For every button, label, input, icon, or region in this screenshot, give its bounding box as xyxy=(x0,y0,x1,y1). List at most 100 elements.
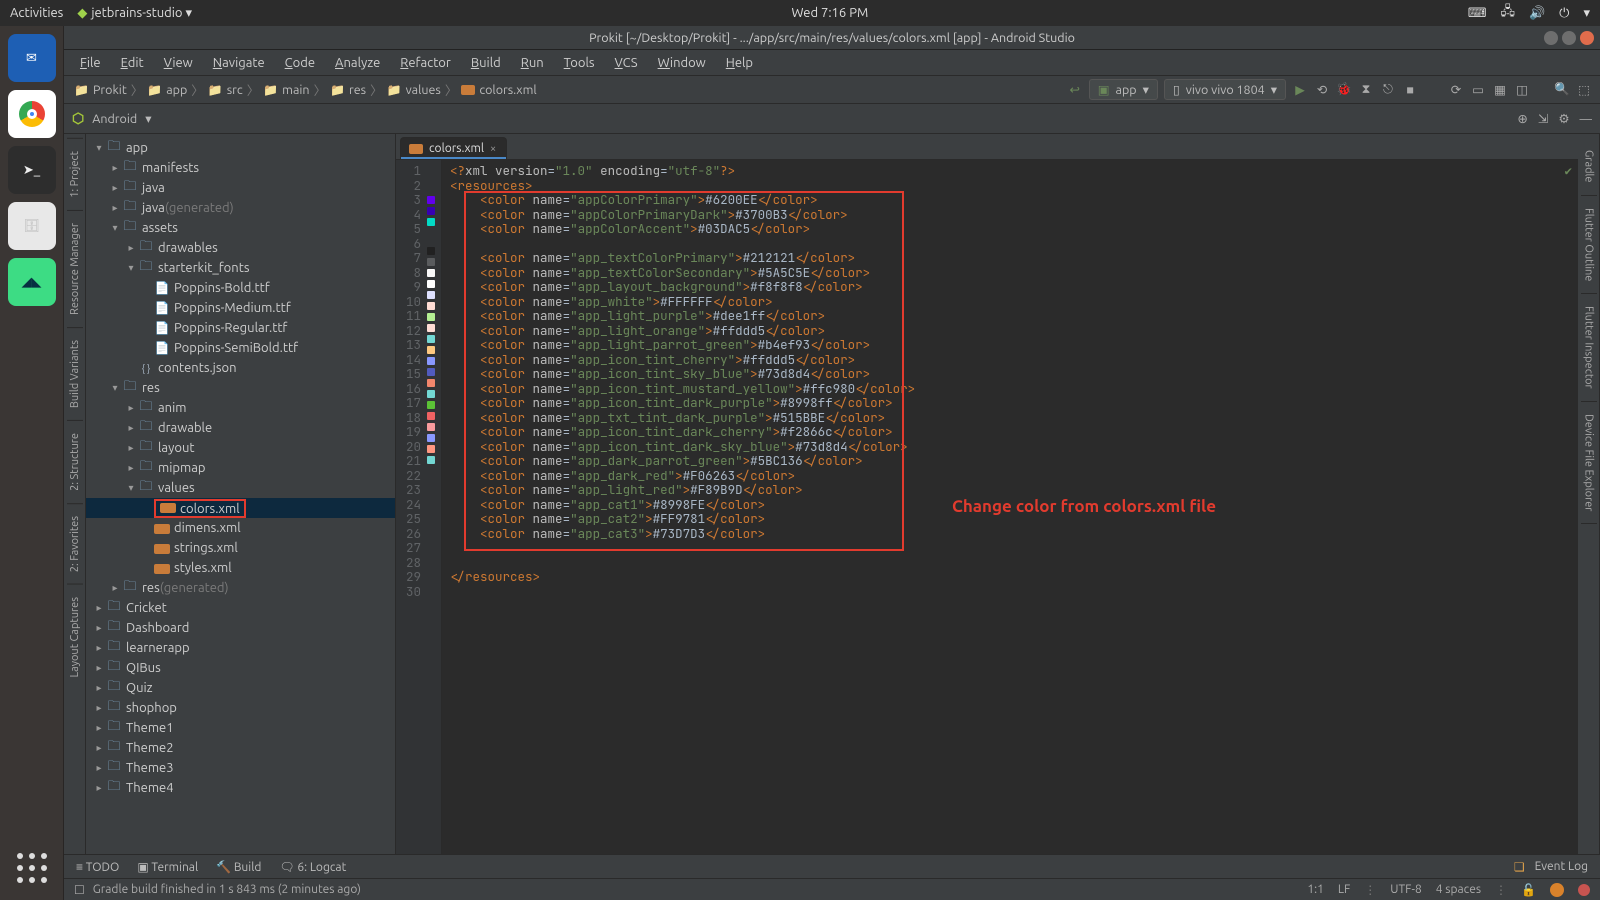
chrome-icon[interactable] xyxy=(8,90,56,138)
minimize-button[interactable] xyxy=(1544,31,1558,45)
tree-node[interactable]: ▸Theme1 xyxy=(86,718,395,738)
close-button[interactable] xyxy=(1580,31,1594,45)
menu-navigate[interactable]: Navigate xyxy=(205,53,273,73)
tree-node[interactable]: ▸Theme2 xyxy=(86,738,395,758)
tool-tab-2-structure[interactable]: 2: Structure xyxy=(67,420,83,503)
expand-arrow-icon[interactable]: ▸ xyxy=(92,642,106,654)
expand-arrow-icon[interactable]: ▸ xyxy=(124,242,138,254)
tree-node[interactable]: Poppins-SemiBold.ttf xyxy=(86,338,395,358)
run-icon[interactable]: ▶ xyxy=(1292,82,1308,98)
profile-icon[interactable]: ⧗ xyxy=(1358,82,1374,98)
menu-refactor[interactable]: Refactor xyxy=(392,53,459,73)
tree-node[interactable]: ▸Dashboard xyxy=(86,618,395,638)
expand-arrow-icon[interactable]: ▸ xyxy=(92,742,106,754)
tree-node[interactable]: ▸learnerapp xyxy=(86,638,395,658)
debug-icon[interactable]: 🐞 xyxy=(1336,82,1352,98)
network-icon[interactable]: 🖧 xyxy=(1500,2,1515,24)
run-config-module[interactable]: ▣ app ▾ xyxy=(1089,79,1158,100)
avd-manager-icon[interactable]: ▭ xyxy=(1470,82,1486,98)
expand-arrow-icon[interactable]: ▾ xyxy=(108,222,122,234)
event-log-tab[interactable]: Event Log xyxy=(1535,860,1588,873)
tool-tab-flutter-inspector[interactable]: Flutter Inspector xyxy=(1581,294,1597,402)
stop-icon[interactable]: ■ xyxy=(1402,82,1418,98)
expand-arrow-icon[interactable]: ▸ xyxy=(124,442,138,454)
tree-node[interactable]: strings.xml xyxy=(86,538,395,558)
apply-changes-icon[interactable]: ⟲ xyxy=(1314,82,1330,98)
menu-down-icon[interactable]: ▾ xyxy=(1583,6,1590,21)
expand-arrow-icon[interactable]: ▾ xyxy=(92,142,106,154)
menu-help[interactable]: Help xyxy=(718,53,761,73)
tree-node[interactable]: ▸drawable xyxy=(86,418,395,438)
expand-arrow-icon[interactable]: ▸ xyxy=(124,462,138,474)
tree-node[interactable]: Poppins-Bold.ttf xyxy=(86,278,395,298)
activities-button[interactable]: Activities xyxy=(10,6,63,20)
tree-node[interactable]: ▾app xyxy=(86,138,395,158)
tool-tab-flutter-outline[interactable]: Flutter Outline xyxy=(1581,196,1597,294)
android-studio-icon[interactable]: ◢◣ xyxy=(8,258,56,306)
tab-colors-xml[interactable]: colors.xml × xyxy=(400,137,507,160)
tree-node[interactable]: ▸manifests xyxy=(86,158,395,178)
bottom-tab[interactable]: 🗨 6: Logcat xyxy=(279,860,346,874)
menu-edit[interactable]: Edit xyxy=(113,53,152,73)
expand-arrow-icon[interactable]: ▸ xyxy=(92,602,106,614)
tree-node[interactable]: Poppins-Regular.ttf xyxy=(86,318,395,338)
expand-arrow-icon[interactable]: ▾ xyxy=(108,382,122,394)
expand-arrow-icon[interactable]: ▾ xyxy=(124,262,138,274)
tree-node[interactable]: ▸mipmap xyxy=(86,458,395,478)
bottom-tab[interactable]: ▣ Terminal xyxy=(137,860,198,874)
keyboard-icon[interactable]: ⌨ xyxy=(1468,6,1487,21)
tree-node[interactable]: styles.xml xyxy=(86,558,395,578)
tool-tab-1-project[interactable]: 1: Project xyxy=(67,138,83,210)
expand-arrow-icon[interactable]: ▸ xyxy=(92,722,106,734)
tool-tab-resource-manager[interactable]: Resource Manager xyxy=(67,210,83,327)
breadcrumb-item[interactable]: Prokit xyxy=(72,83,129,97)
expand-arrow-icon[interactable]: ▾ xyxy=(124,482,138,494)
expand-arrow-icon[interactable]: ▸ xyxy=(124,422,138,434)
expand-arrow-icon[interactable]: ▸ xyxy=(92,702,106,714)
project-tree[interactable]: ▾app▸manifests▸java▸java (generated)▾ass… xyxy=(86,134,396,854)
tree-node[interactable]: ▸anim xyxy=(86,398,395,418)
dropdown-icon[interactable]: ▾ xyxy=(145,111,151,126)
expand-arrow-icon[interactable]: ▸ xyxy=(108,202,122,214)
tree-node[interactable]: Poppins-Medium.ttf xyxy=(86,298,395,318)
tree-node[interactable]: ▾assets xyxy=(86,218,395,238)
expand-arrow-icon[interactable]: ▸ xyxy=(92,682,106,694)
menu-tools[interactable]: Tools xyxy=(556,53,603,73)
breadcrumb-item[interactable]: app xyxy=(145,83,189,97)
code-content[interactable]: <?xml version="1.0" encoding="utf-8"?> <… xyxy=(442,160,1578,854)
tool-tab-2-favorites[interactable]: 2: Favorites xyxy=(67,503,83,584)
thunderbird-icon[interactable]: ✉ xyxy=(8,34,56,82)
code-editor[interactable]: 1 2 3 4 5 6 7 8 9 10 11 12 13 14 15 16 1… xyxy=(396,160,1578,854)
app-menu[interactable]: ◆ jetbrains-studio ▾ xyxy=(77,6,192,21)
tree-node[interactable]: ▸layout xyxy=(86,438,395,458)
tree-node[interactable]: ▸Cricket xyxy=(86,598,395,618)
tree-node[interactable]: dimens.xml xyxy=(86,518,395,538)
terminal-icon[interactable]: ➤_ xyxy=(8,146,56,194)
run-config-device[interactable]: ▯ vivo vivo 1804 ▾ xyxy=(1164,79,1286,100)
breadcrumb-item[interactable]: res xyxy=(328,83,368,97)
expand-arrow-icon[interactable]: ▸ xyxy=(92,762,106,774)
menu-view[interactable]: View xyxy=(156,53,201,73)
expand-arrow-icon[interactable]: ▸ xyxy=(124,402,138,414)
tool-tab-build-variants[interactable]: Build Variants xyxy=(67,327,83,420)
tool-tab-gradle[interactable]: Gradle xyxy=(1581,138,1597,196)
menu-file[interactable]: File xyxy=(72,53,109,73)
tree-node[interactable]: ▸QIBus xyxy=(86,658,395,678)
bottom-tab[interactable]: 🔨 Build xyxy=(216,860,261,874)
tree-node[interactable]: contents.json xyxy=(86,358,395,378)
tree-node[interactable]: ▸Theme4 xyxy=(86,778,395,798)
tree-node[interactable]: ▸drawables xyxy=(86,238,395,258)
layout-inspector-icon[interactable]: ◫ xyxy=(1514,82,1530,98)
tree-node[interactable]: ▸Theme3 xyxy=(86,758,395,778)
attach-icon[interactable]: ⎋ xyxy=(1380,82,1396,98)
tree-node[interactable]: ▸java xyxy=(86,178,395,198)
warning-indicator-icon[interactable] xyxy=(1550,883,1564,897)
tool-tab-device-file-explorer[interactable]: Device File Explorer xyxy=(1581,402,1597,524)
back-icon[interactable]: ↩ xyxy=(1067,82,1083,98)
error-indicator-icon[interactable] xyxy=(1578,884,1590,896)
line-separator[interactable]: LF xyxy=(1338,883,1350,896)
settings-icon[interactable]: ⬚ xyxy=(1576,82,1592,98)
menu-build[interactable]: Build xyxy=(463,53,509,73)
tree-node[interactable]: ▸Quiz xyxy=(86,678,395,698)
expand-arrow-icon[interactable]: ▸ xyxy=(108,162,122,174)
